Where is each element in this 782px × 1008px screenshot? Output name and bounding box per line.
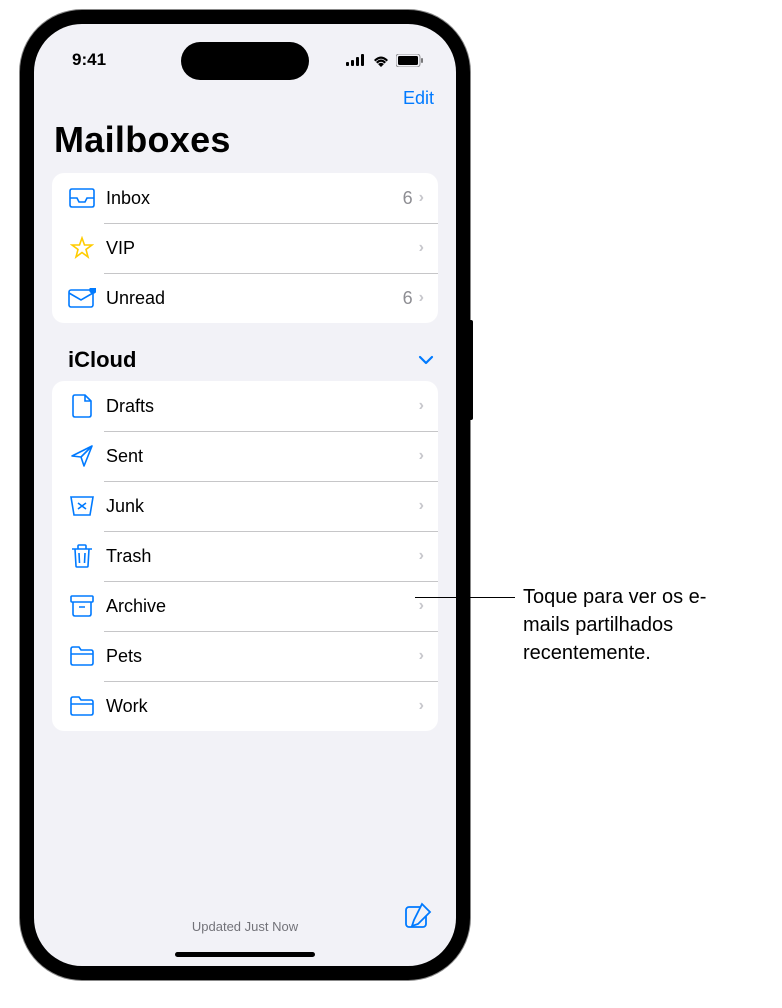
mailbox-drafts[interactable]: Drafts › — [52, 381, 438, 431]
callout-text: Toque para ver os e-mails partilhados re… — [523, 583, 753, 667]
folder-icon — [66, 646, 98, 666]
mailbox-junk[interactable]: Junk › — [52, 481, 438, 531]
chevron-right-icon: › — [419, 697, 424, 715]
mailbox-label: VIP — [106, 238, 419, 259]
mailbox-archive[interactable]: Archive › — [52, 581, 438, 631]
status-time: 9:41 — [72, 50, 106, 70]
chevron-right-icon: › — [419, 239, 424, 257]
status-indicators — [346, 54, 424, 67]
inbox-icon — [66, 188, 98, 208]
mailbox-sent[interactable]: Sent › — [52, 431, 438, 481]
cellular-icon — [346, 54, 366, 66]
battery-icon — [396, 54, 424, 67]
mailbox-count: 6 — [403, 188, 413, 209]
mailbox-label: Sent — [106, 446, 419, 467]
edit-button[interactable]: Edit — [403, 88, 434, 109]
mailbox-label: Unread — [106, 288, 403, 309]
chevron-right-icon: › — [419, 289, 424, 307]
mailbox-trash[interactable]: Trash › — [52, 531, 438, 581]
chevron-down-icon — [418, 355, 434, 365]
top-mailboxes-section: Inbox 6 › VIP › Unread 6 › — [52, 173, 438, 323]
chevron-right-icon: › — [419, 497, 424, 515]
mailbox-count: 6 — [403, 288, 413, 309]
mailbox-label: Inbox — [106, 188, 403, 209]
star-icon — [66, 236, 98, 260]
draft-icon — [66, 394, 98, 418]
icloud-mailboxes-section: Drafts › Sent › Junk › — [52, 381, 438, 731]
chevron-right-icon: › — [419, 447, 424, 465]
section-header-label: iCloud — [68, 347, 136, 373]
mailbox-label: Trash — [106, 546, 419, 567]
mailbox-label: Junk — [106, 496, 419, 517]
mailbox-label: Pets — [106, 646, 419, 667]
icloud-section-header[interactable]: iCloud — [34, 323, 456, 381]
mailbox-work[interactable]: Work › — [52, 681, 438, 731]
mailbox-pets[interactable]: Pets › — [52, 631, 438, 681]
update-status: Updated Just Now — [192, 919, 298, 934]
mailbox-vip[interactable]: VIP › — [52, 223, 438, 273]
mailbox-label: Work — [106, 696, 419, 717]
wifi-icon — [372, 54, 390, 67]
chevron-right-icon: › — [419, 189, 424, 207]
compose-button[interactable] — [404, 902, 432, 930]
trash-icon — [66, 544, 98, 568]
chevron-right-icon: › — [419, 547, 424, 565]
mailbox-unread[interactable]: Unread 6 › — [52, 273, 438, 323]
junk-icon — [66, 496, 98, 516]
sent-icon — [66, 444, 98, 468]
folder-icon — [66, 696, 98, 716]
unread-icon — [66, 288, 98, 308]
callout-annotation: Toque para ver os e-mails partilhados re… — [415, 583, 753, 667]
home-indicator[interactable] — [175, 952, 315, 957]
mailbox-label: Drafts — [106, 396, 419, 417]
archive-icon — [66, 595, 98, 617]
mailbox-label: Archive — [106, 596, 419, 617]
chevron-right-icon: › — [419, 397, 424, 415]
mailbox-inbox[interactable]: Inbox 6 › — [52, 173, 438, 223]
nav-bar: Edit — [34, 78, 456, 113]
page-title: Mailboxes — [34, 113, 456, 173]
